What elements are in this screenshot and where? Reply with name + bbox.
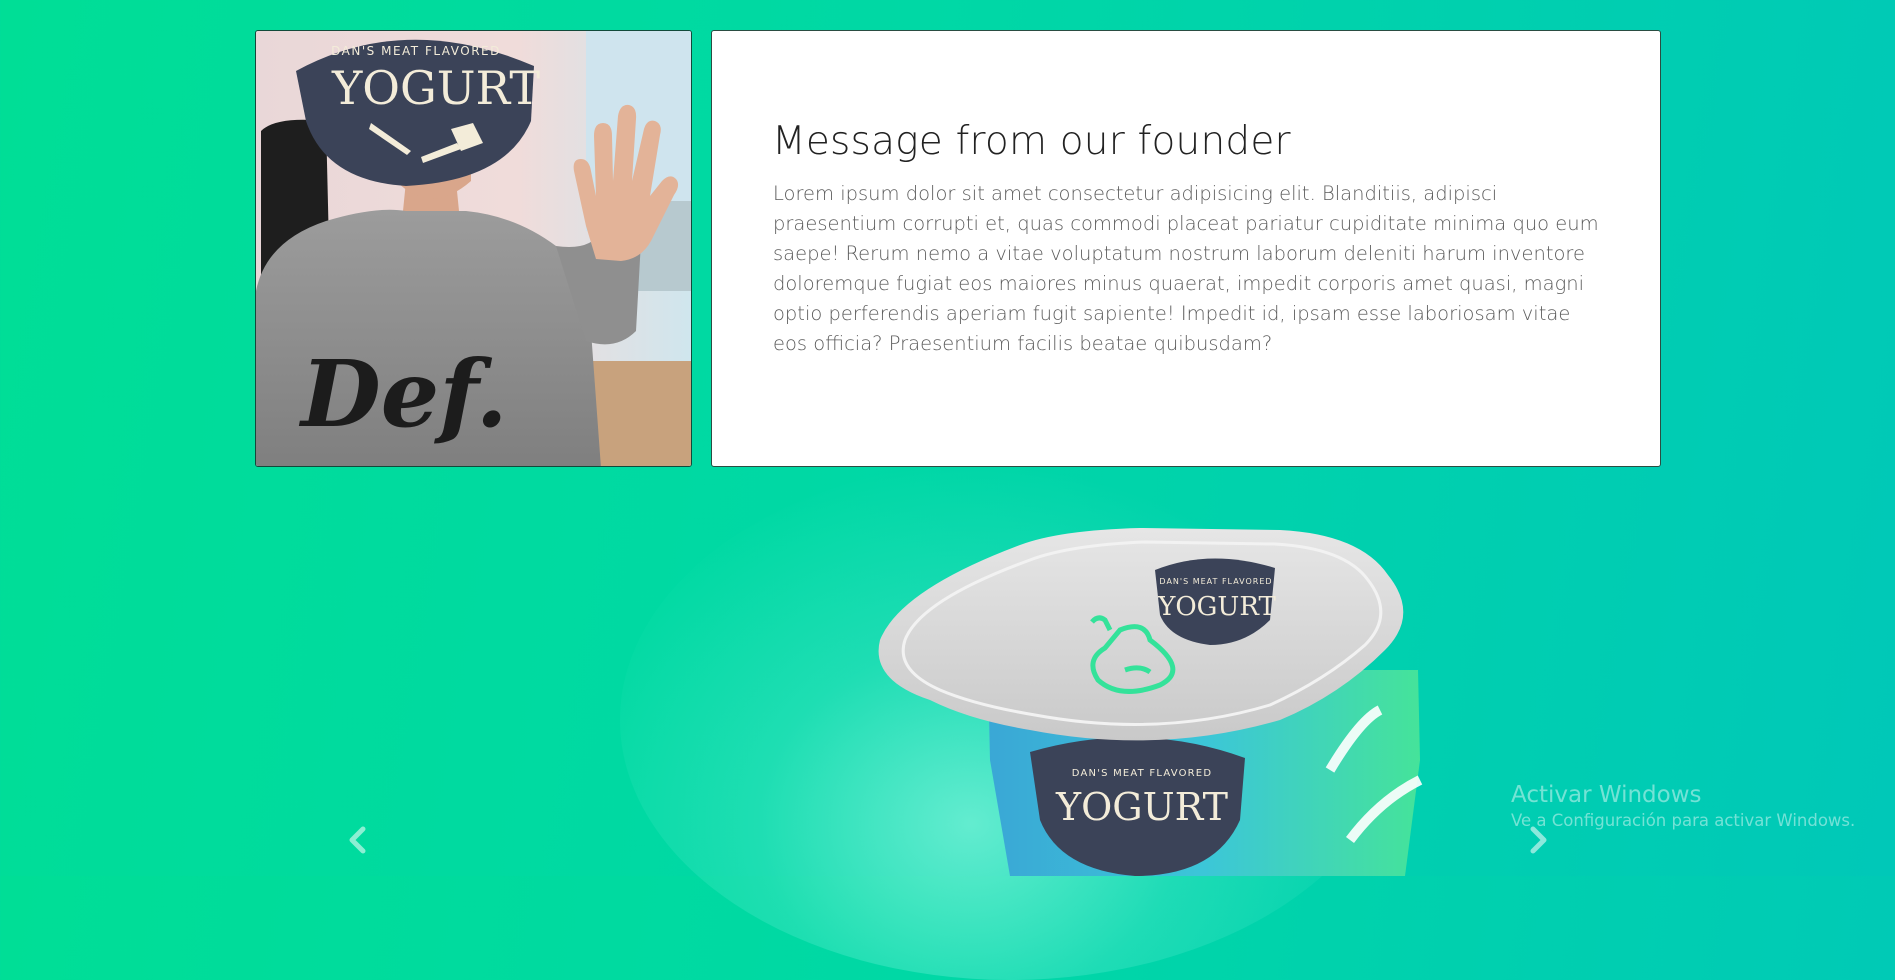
watermark-title: Activar Windows xyxy=(1511,782,1702,808)
lid-logo-word: YOGURT xyxy=(1157,592,1276,622)
chevron-left-icon xyxy=(349,826,366,854)
founder-message-card: Message from our founder Lorem ipsum dol… xyxy=(711,30,1661,467)
lid-logo-tagline: DAN'S MEAT FLAVORED xyxy=(1159,577,1272,586)
founder-photo: Def. DAN'S MEAT FLAVORED YOGURT xyxy=(255,30,692,467)
cup-logo-word: YOGURT xyxy=(1055,785,1228,829)
watermark-subtitle: Ve a Configuración para activar Windows. xyxy=(1511,811,1856,830)
yogurt-cup-image: DAN'S MEAT FLAVORED YOGURT DAN'S MEAT FL… xyxy=(860,520,1520,876)
logo-tagline: DAN'S MEAT FLAVORED xyxy=(331,44,501,58)
founder-title: Message from our founder xyxy=(772,119,1291,164)
carousel-prev-button[interactable] xyxy=(340,822,376,858)
shirt-text: Def. xyxy=(298,340,508,448)
cup-logo-tagline: DAN'S MEAT FLAVORED xyxy=(1072,768,1212,779)
windows-activation-watermark: Activar Windows Ve a Configuración para … xyxy=(1511,780,1855,832)
founder-message-text: Lorem ipsum dolor sit amet consectetur a… xyxy=(773,182,1599,355)
logo-word: YOGURT xyxy=(331,61,540,115)
